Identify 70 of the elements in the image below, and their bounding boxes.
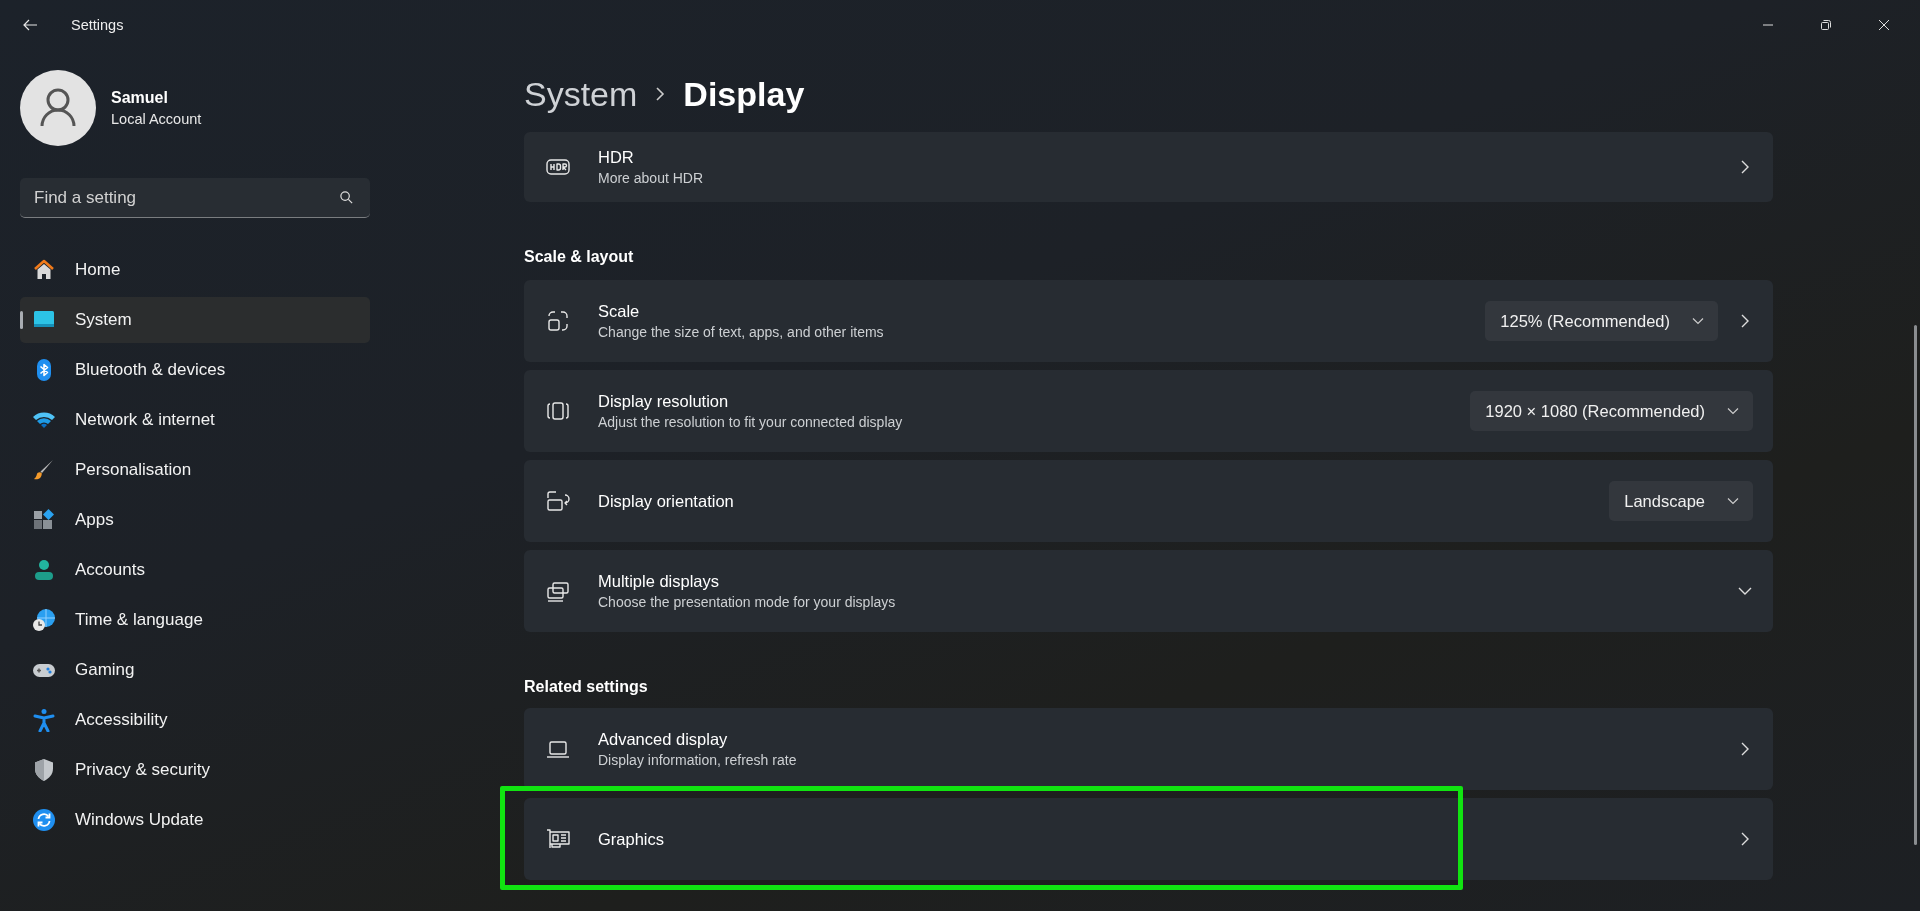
card-title: Scale	[598, 302, 641, 321]
settings-card[interactable]: Multiple displays Choose the presentation mode for your displays	[524, 550, 1773, 632]
apps-icon	[32, 508, 56, 532]
graphics-card-icon	[546, 827, 570, 851]
shield-icon	[32, 758, 56, 782]
close-icon[interactable]	[1878, 19, 1890, 31]
nav-item[interactable]: System	[20, 297, 370, 343]
chevron-icon	[655, 86, 666, 102]
card-title: HDR	[598, 148, 635, 167]
settings-card[interactable]: Advanced display Display information, refresh rate	[524, 708, 1773, 790]
person-icon	[32, 558, 56, 582]
nav-item[interactable]: Personalisation	[20, 447, 370, 493]
sync-icon	[32, 808, 56, 832]
chevron-down-icon[interactable]	[1737, 586, 1753, 596]
scrollbar[interactable]	[1914, 325, 1917, 845]
multiple-displays-icon	[546, 579, 570, 603]
caret-icon	[1727, 407, 1739, 415]
dropdown[interactable]: Landscape	[1609, 481, 1753, 521]
page-title: Display	[683, 74, 805, 114]
card-title: Display orientation	[598, 491, 735, 511]
user-name: Samuel	[111, 89, 169, 107]
card-title: Multiple displays	[598, 572, 721, 591]
nav-item[interactable]: Accounts	[20, 547, 370, 593]
chevron-right-icon	[1740, 831, 1750, 847]
breadcrumb-link[interactable]: System	[524, 74, 638, 114]
nav-item[interactable]: Accessibility	[20, 697, 370, 743]
window-title: Settings	[71, 17, 124, 33]
paintbrush-icon	[32, 458, 56, 482]
back-arrow-icon[interactable]	[22, 17, 38, 33]
settings-card[interactable]: Display resolution Adjust the resolution to fit your connected display 1920 × 1080 (Recommended)	[524, 370, 1773, 452]
globe-clock-icon	[32, 608, 56, 632]
card-description: More about HDR	[598, 170, 705, 186]
caret-icon	[1692, 317, 1704, 325]
card-description: Adjust the resolution to fit your connected display	[598, 414, 904, 430]
nav-item[interactable]: Home	[20, 247, 370, 293]
settings-card[interactable]: HDR More about HDR	[524, 132, 1773, 202]
nav-item[interactable]: Gaming	[20, 647, 370, 693]
chevron-right-icon	[1740, 159, 1750, 175]
nav-item[interactable]: Windows Update	[20, 797, 370, 843]
chevron-right-icon	[1740, 741, 1750, 757]
chevron-right-icon	[1740, 313, 1750, 329]
dropdown[interactable]: 1920 × 1080 (Recommended)	[1470, 391, 1753, 431]
card-title: Graphics	[598, 829, 666, 849]
settings-card[interactable]: Graphics	[524, 798, 1773, 880]
card-description: Choose the presentation mode for your displays	[598, 594, 897, 610]
account-type: Local Account	[111, 111, 202, 127]
settings-card[interactable]: Display orientation Landscape	[524, 460, 1773, 542]
scale-icon	[546, 309, 570, 333]
accessibility-icon	[32, 708, 56, 732]
nav-item[interactable]: Network & internet	[20, 397, 370, 443]
house-icon	[32, 258, 56, 282]
resolution-icon	[546, 399, 570, 423]
section-heading: Scale & layout	[524, 247, 635, 267]
dropdown[interactable]: 125% (Recommended)	[1485, 301, 1718, 341]
restore-icon[interactable]	[1820, 19, 1832, 31]
caret-icon	[1727, 497, 1739, 505]
settings-card[interactable]: Scale Change the size of text, apps, and other items 125% (Recommended)	[524, 280, 1773, 362]
search-field[interactable]: Find a setting	[20, 178, 370, 218]
search-icon	[339, 190, 354, 205]
card-title: Advanced display	[598, 730, 729, 749]
card-title: Display resolution	[598, 392, 730, 411]
selection-indicator	[20, 311, 23, 329]
nav-item[interactable]: Bluetooth & devices	[20, 347, 370, 393]
nav-item[interactable]: Privacy & security	[20, 747, 370, 793]
nav-item[interactable]: Time & language	[20, 597, 370, 643]
card-description: Change the size of text, apps, and other items	[598, 324, 885, 340]
section-heading: Related settings	[524, 677, 649, 697]
card-description: Display information, refresh rate	[598, 752, 798, 768]
nav-item[interactable]: Apps	[20, 497, 370, 543]
orientation-icon	[546, 489, 570, 513]
